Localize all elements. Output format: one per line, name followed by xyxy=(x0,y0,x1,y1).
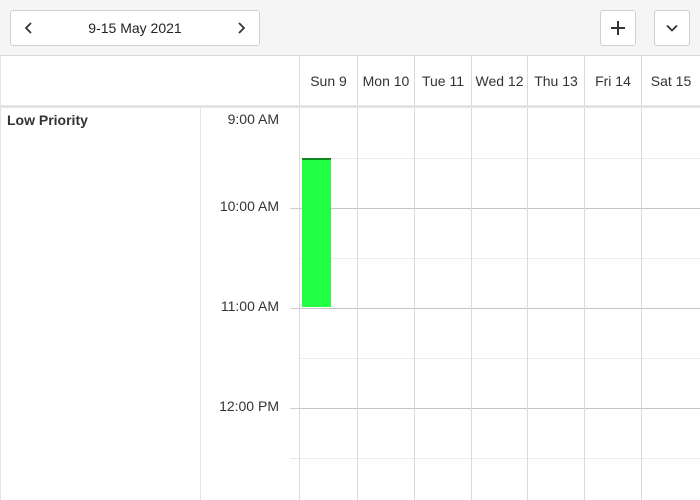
time-label-9am: 9:00 AM xyxy=(227,111,279,127)
plus-icon xyxy=(611,21,625,35)
grid-line xyxy=(300,458,700,459)
resource-column: Low Priority xyxy=(0,108,201,500)
day-header-sat[interactable]: Sat 15 xyxy=(642,56,700,105)
next-week-button[interactable] xyxy=(223,11,259,45)
time-tick xyxy=(290,208,300,209)
grid-line xyxy=(300,408,700,409)
previous-week-button[interactable] xyxy=(11,11,47,45)
grid-column-divider xyxy=(414,108,415,500)
header-corner xyxy=(0,56,300,105)
day-header-mon[interactable]: Mon 10 xyxy=(358,56,415,105)
grid-line xyxy=(300,308,700,309)
day-header-fri[interactable]: Fri 14 xyxy=(585,56,642,105)
grid-column-divider xyxy=(584,108,585,500)
toolbar: 9-15 May 2021 xyxy=(0,0,700,56)
view-options-button[interactable] xyxy=(654,10,690,46)
grid-column-divider xyxy=(641,108,642,500)
time-column: 9:00 AM 10:00 AM 11:00 AM 12:00 PM xyxy=(201,108,300,500)
grid-line xyxy=(300,158,700,159)
calendar-event-block[interactable] xyxy=(302,158,331,307)
date-navigator: 9-15 May 2021 xyxy=(10,10,260,46)
grid-line xyxy=(300,208,700,209)
day-header-row: Sun 9 Mon 10 Tue 11 Wed 12 Thu 13 Fri 14… xyxy=(0,56,700,108)
time-label-11am: 11:00 AM xyxy=(220,298,279,314)
time-tick xyxy=(290,308,300,309)
time-label-12pm: 12:00 PM xyxy=(219,398,279,414)
date-range-label[interactable]: 9-15 May 2021 xyxy=(47,11,223,45)
add-event-button[interactable] xyxy=(600,10,636,46)
resource-name: Low Priority xyxy=(7,112,88,128)
chevron-left-icon xyxy=(24,22,32,34)
grid-column-divider xyxy=(527,108,528,500)
day-header-tue[interactable]: Tue 11 xyxy=(415,56,472,105)
day-header-thu[interactable]: Thu 13 xyxy=(528,56,585,105)
time-tick xyxy=(290,458,300,459)
day-header-wed[interactable]: Wed 12 xyxy=(472,56,528,105)
grid-column-divider xyxy=(357,108,358,500)
chevron-down-icon xyxy=(666,24,678,32)
calendar-grid[interactable] xyxy=(300,108,700,500)
grid-column-divider xyxy=(471,108,472,500)
time-tick xyxy=(290,408,300,409)
chevron-right-icon xyxy=(238,22,246,34)
grid-line xyxy=(300,358,700,359)
time-label-10am: 10:00 AM xyxy=(219,198,279,214)
day-header-sun[interactable]: Sun 9 xyxy=(300,56,358,105)
grid-line xyxy=(300,258,700,259)
